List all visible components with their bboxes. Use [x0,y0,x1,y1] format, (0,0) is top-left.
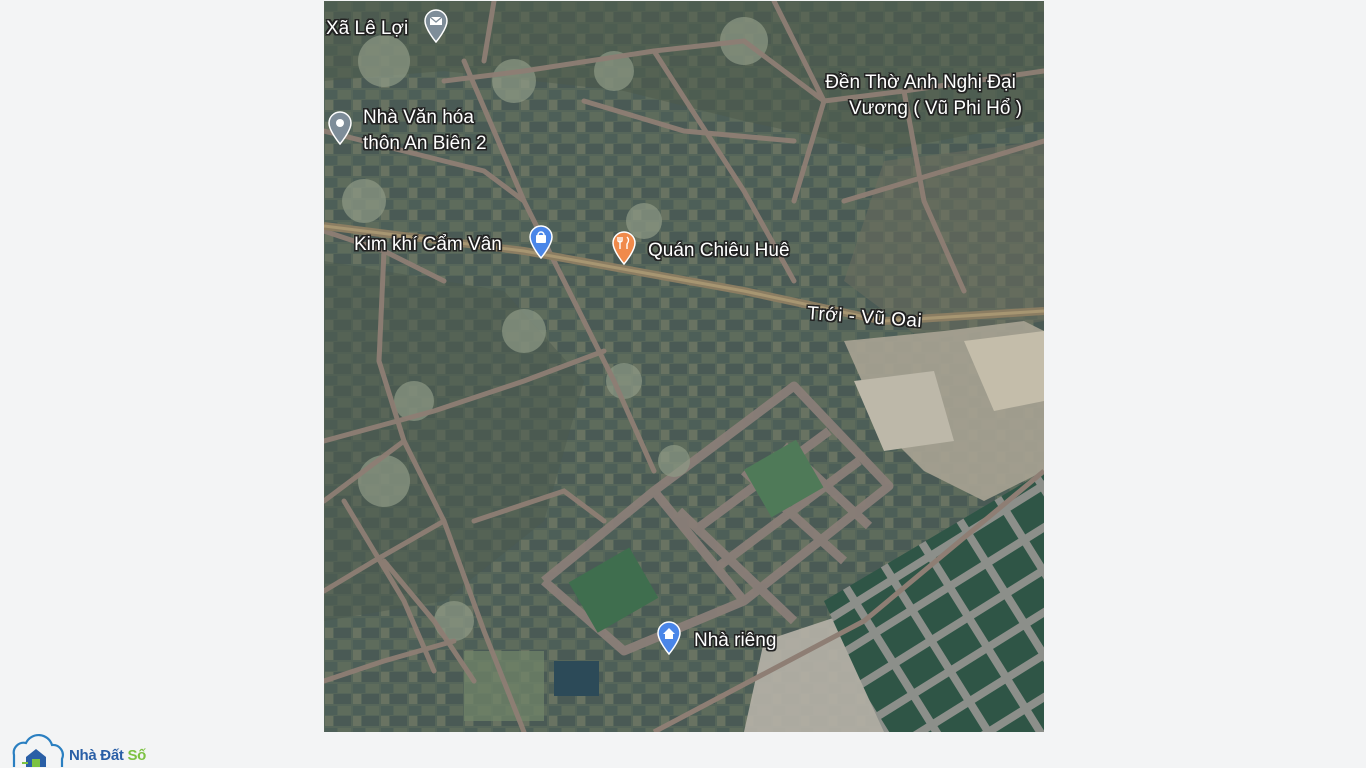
place-label-nha-van-hoa[interactable]: Nhà Văn hóa thôn An Biên 2 [363,105,487,157]
logo-text-accent: Số [127,747,147,764]
place-label-den-tho-line1: Đền Thờ Anh Nghị Đại [825,72,1016,93]
satellite-map[interactable]: Xã Lê Lợi Đền Thờ Anh Nghị Đại Vương ( V… [324,1,1044,732]
place-label-quan-chieu-hue[interactable]: Quán Chiêu Huê [648,238,790,264]
place-label-kim-khi[interactable]: Kim khí Cẩm Vân [354,232,502,258]
home-pin-icon[interactable] [656,621,682,655]
place-label-nha-van-hoa-line2: thôn An Biên 2 [363,133,487,154]
logo-text: Nhà Đất Số [69,747,146,764]
place-label-nha-rieng[interactable]: Nhà riêng [694,628,776,654]
place-label-nha-van-hoa-line1: Nhà Văn hóa [363,107,474,128]
logo-text-primary: Nhà Đất [69,747,124,764]
location-pin-icon[interactable] [327,111,353,145]
shopping-bag-pin-icon[interactable] [528,225,554,259]
place-label-den-tho-line2: Vương ( Vũ Phi Hổ ) [849,98,1023,119]
house-cloud-logo-icon [12,733,64,767]
site-logo[interactable]: Nhà Đất Số [6,733,146,768]
restaurant-pin-icon[interactable] [611,231,637,265]
place-label-den-tho[interactable]: Đền Thờ Anh Nghị Đại Vương ( Vũ Phi Hổ ) [819,70,1022,122]
place-label-xa-le-loi[interactable]: Xã Lê Lợi [326,16,408,42]
mail-pin-icon[interactable] [423,9,449,43]
